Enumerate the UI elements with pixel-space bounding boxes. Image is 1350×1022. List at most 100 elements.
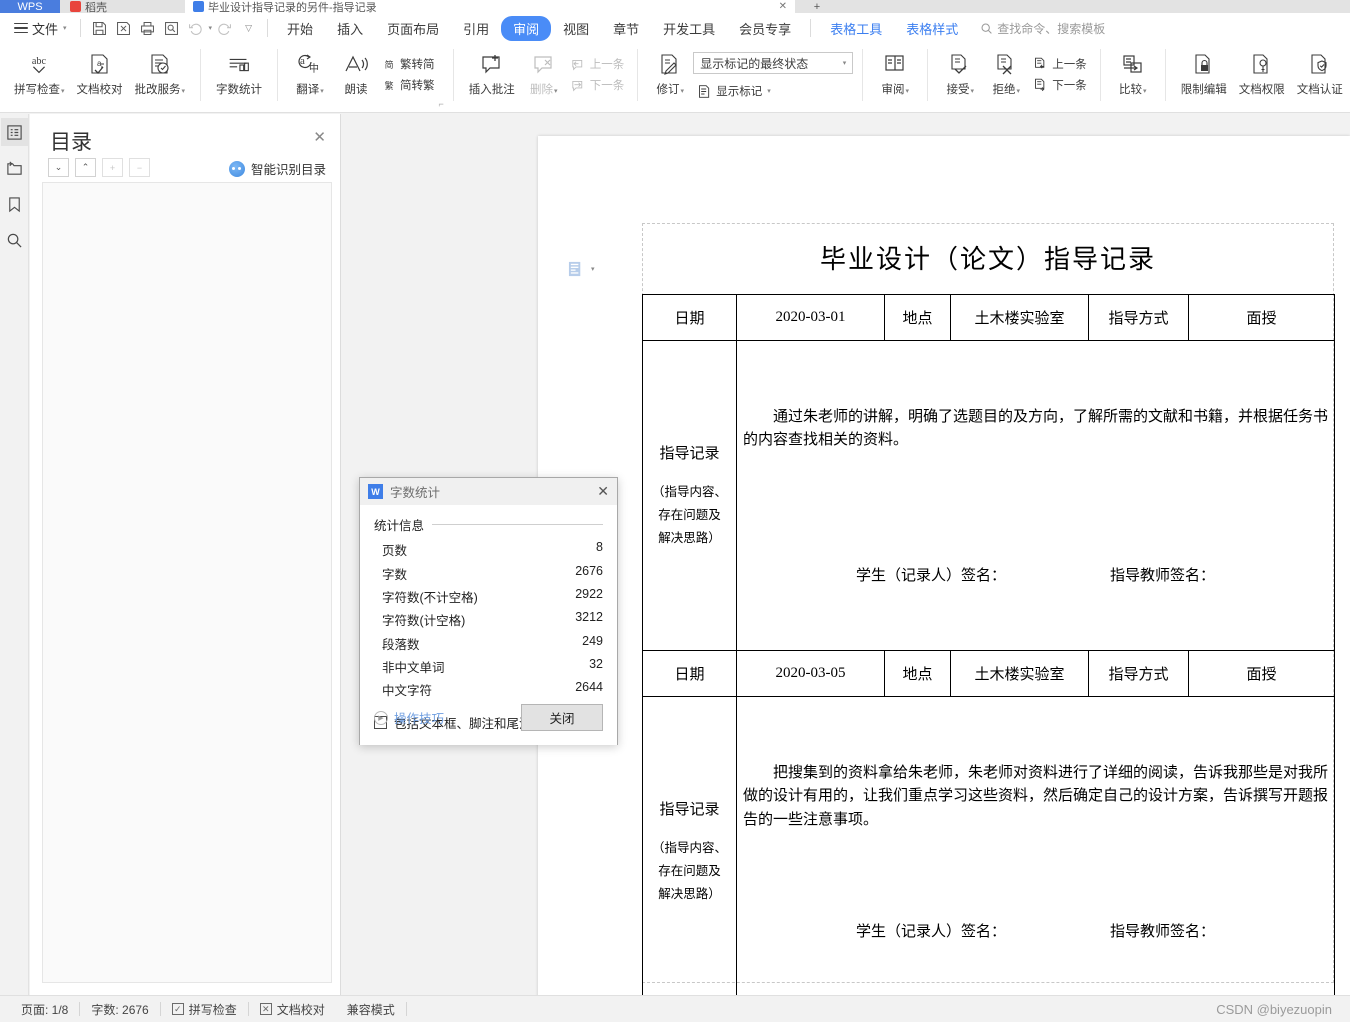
place-value[interactable]: 土木楼实验室 — [950, 650, 1089, 697]
stat-label: 字符数(不计空格) — [382, 590, 478, 605]
status-page-indicator[interactable]: 页面: 1/8 — [10, 1001, 79, 1018]
simp-to-trad-button[interactable]: 繁 简转繁 — [379, 75, 439, 95]
toc-expand-down-button[interactable]: ⌄ — [48, 158, 69, 177]
tab-section[interactable]: 章节 — [601, 16, 651, 41]
restrict-edit-button[interactable]: 限制编辑 — [1175, 46, 1233, 99]
group-expand-icon[interactable]: ⌐ — [439, 99, 444, 109]
doc-permission-button[interactable]: 文档权限 — [1233, 46, 1291, 99]
close-icon[interactable]: ✕ — [779, 1, 787, 12]
undo-icon[interactable] — [184, 17, 208, 39]
customize-icon[interactable]: ▽ — [236, 17, 260, 39]
next-change-button[interactable]: 下一条 — [1029, 75, 1091, 95]
tab-wps-home[interactable]: WPS — [0, 0, 60, 13]
prev-change-button[interactable]: 上一条 — [1029, 54, 1091, 74]
correction-service-button[interactable]: 批改服务▾ — [129, 46, 192, 99]
print-icon[interactable] — [136, 17, 160, 39]
status-compat-mode[interactable]: 兼容模式 — [336, 1001, 406, 1018]
wordcount-button[interactable]: 字数统计 — [210, 46, 268, 99]
guidance-record-table[interactable]: 日期 2020-03-01 地点 土木楼实验室 指导方式 面授 指导记录 （指导… — [642, 294, 1335, 995]
print-preview-icon[interactable] — [160, 17, 184, 39]
ribbon-group-protect: 限制编辑 文档权限 文档认证 — [1171, 43, 1350, 111]
redo-icon[interactable] — [212, 17, 236, 39]
file-menu-button[interactable]: 文件 ▾ — [8, 17, 73, 40]
toc-list[interactable] — [42, 182, 332, 983]
record-content-cell[interactable]: 把搜集到的资料拿给朱老师，朱老师对资料进行了详细的阅读，告诉我那些是对我所做的设… — [736, 696, 1335, 995]
menu-bar: 文件 ▾ ▾ ▽ 开始 插入 页面布局 引用 审阅 视图 章节 开发工具 会员专… — [0, 13, 1350, 43]
rail-search-icon[interactable] — [1, 226, 28, 254]
date-value[interactable]: 2020-03-01 — [736, 294, 885, 341]
browser-tab-strip: WPS 稻壳 毕业设计指导记录的另件-指导记录 ✕ + — [0, 0, 1350, 13]
save-icon[interactable] — [88, 17, 112, 39]
ribbon-group-tracking: 修订▾ 显示标记的最终状态 ▾ 显示标记 ▾ — [643, 43, 857, 111]
divider — [405, 1002, 407, 1016]
record-content-cell[interactable]: 通过朱老师的讲解，明确了选题目的及方向，了解所需的文献和书籍，并根据任务书的内容… — [736, 340, 1335, 651]
tab-docer[interactable]: 稻壳 — [62, 0, 182, 13]
accept-button[interactable]: 接受▾ — [937, 46, 983, 99]
translate-button[interactable]: a 中 翻译▾ — [287, 46, 333, 99]
ribbon-group-language: a 中 翻译▾ 朗读 简 繁转简 繁 简转繁 ⌐ — [283, 43, 448, 111]
stat-label: 字符数(计空格) — [382, 614, 466, 629]
trad-to-simp-button[interactable]: 简 繁转简 — [379, 54, 439, 74]
rail-bookmark-icon[interactable] — [1, 190, 28, 218]
prev-comment-button[interactable]: 上一条 — [567, 54, 629, 74]
search-input[interactable]: 查找命令、搜索模板 — [980, 20, 1105, 37]
dialog-close-icon[interactable]: ✕ — [597, 483, 609, 500]
svg-text:abc: abc — [32, 56, 47, 67]
ribbon-group-proofing: abc 拼写检查▾ a 文档校对 批改服务▾ — [4, 43, 195, 111]
doc-certify-button[interactable]: 文档认证 — [1291, 46, 1349, 99]
tab-table-styles[interactable]: 表格样式 — [894, 16, 970, 41]
show-markup-button[interactable]: 显示标记 ▾ — [693, 81, 853, 101]
tab-references[interactable]: 引用 — [451, 16, 501, 41]
place-value[interactable]: 土木楼实验室 — [950, 294, 1089, 341]
reject-button[interactable]: 拒绝▾ — [983, 46, 1029, 99]
translate-icon: a 中 — [296, 50, 324, 80]
word-count-dialog[interactable]: W 字数统计 ✕ 统计信息 页数 8 字数 2676 字符数(不计空格) 292… — [359, 477, 618, 745]
spellcheck-button[interactable]: abc 拼写检查▾ — [8, 46, 71, 99]
date-value[interactable]: 2020-03-05 — [736, 650, 885, 697]
tab-active-document[interactable]: 毕业设计指导记录的另件-指导记录 ✕ — [185, 0, 795, 13]
track-changes-button[interactable]: 修订▾ — [647, 46, 693, 99]
status-word-count[interactable]: 字数: 2676 — [80, 1001, 159, 1018]
rail-outline-icon[interactable] — [0, 118, 28, 146]
tab-view[interactable]: 视图 — [551, 16, 601, 41]
method-value[interactable]: 面授 — [1188, 650, 1335, 697]
status-spellcheck-toggle[interactable]: ✓ 拼写检查 — [161, 1001, 248, 1018]
record-sublabel-line-1: （指导内容、 — [651, 484, 727, 499]
readaloud-button[interactable]: 朗读 — [333, 46, 379, 99]
next-comment-button[interactable]: 下一条 — [567, 75, 629, 95]
toc-collapse-up-button[interactable]: ⌃ — [75, 158, 96, 177]
close-button[interactable]: 关闭 — [521, 704, 603, 731]
toc-decrease-level-button[interactable]: − — [129, 158, 150, 177]
tab-member-exclusive[interactable]: 会员专享 — [727, 16, 803, 41]
new-tab-button[interactable]: + — [800, 0, 834, 13]
doc-proof-button[interactable]: a 文档校对 — [71, 46, 129, 99]
method-value[interactable]: 面授 — [1188, 294, 1335, 341]
insert-comment-button[interactable]: 插入批注 — [463, 46, 521, 99]
tab-start[interactable]: 开始 — [275, 16, 325, 41]
table-row[interactable]: 指导记录 （指导内容、 存在问题及 解决思路） 通过朱老师的讲解，明确了选题目的… — [642, 340, 1335, 651]
delete-comment-button[interactable]: 删除▾ — [521, 46, 567, 99]
tab-page-layout[interactable]: 页面布局 — [375, 16, 451, 41]
document-content[interactable]: 毕业设计（论文）指导记录 日期 2020-03-01 地点 土木楼实验室 指导方… — [642, 223, 1335, 995]
toc-increase-level-button[interactable]: + — [102, 158, 123, 177]
table-row[interactable]: 指导记录 （指导内容、 存在问题及 解决思路） 把搜集到的资料拿给朱老师，朱老师… — [642, 696, 1335, 995]
markup-display-select[interactable]: 显示标记的最终状态 ▾ — [693, 52, 854, 74]
table-row[interactable]: 日期 2020-03-01 地点 土木楼实验室 指导方式 面授 — [642, 294, 1335, 341]
rail-folder-icon[interactable] — [1, 154, 28, 182]
save-as-icon[interactable] — [112, 17, 136, 39]
operation-tips-link[interactable]: ▶ 操作技巧 — [374, 708, 444, 727]
tab-insert[interactable]: 插入 — [325, 16, 375, 41]
toc-smart-recognize-button[interactable]: 智能识别目录 — [228, 159, 326, 178]
translate-label: 翻译 — [296, 84, 320, 96]
status-proofread-toggle[interactable]: ✕ 文档校对 — [249, 1001, 336, 1018]
tab-table-tools[interactable]: 表格工具 — [818, 16, 894, 41]
reviewing-pane-button[interactable]: 审阅▾ — [872, 46, 918, 99]
tab-review[interactable]: 审阅 — [501, 15, 552, 41]
table-row[interactable]: 日期 2020-03-05 地点 土木楼实验室 指导方式 面授 — [642, 650, 1335, 697]
paste-options-button[interactable]: ▾ — [568, 260, 595, 278]
toc-close-icon[interactable]: ✕ — [313, 128, 326, 146]
tab-developer-tools[interactable]: 开发工具 — [651, 16, 727, 41]
compare-button[interactable]: 比较▾ — [1110, 46, 1156, 99]
stat-label: 字数 — [382, 567, 408, 582]
divider — [1099, 49, 1101, 101]
